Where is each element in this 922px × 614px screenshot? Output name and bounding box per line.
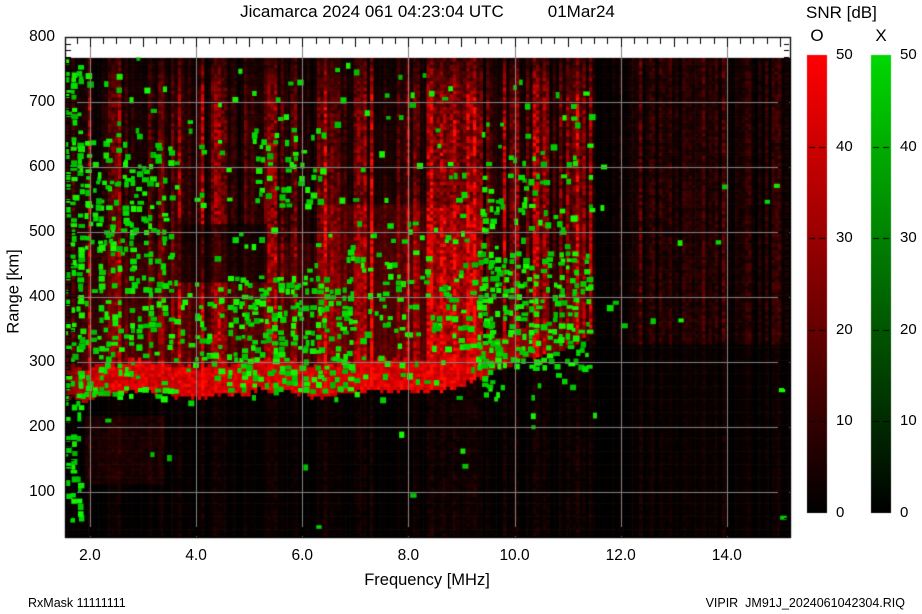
y-tick-label: 800	[29, 28, 55, 45]
y-tick-label: 500	[29, 223, 55, 241]
plot-title-station-time: Jicamarca 2024 061 04:23:04 UTC	[240, 2, 504, 21]
colorbar-o-tick-label: 40	[836, 137, 853, 155]
y-tick-label: 300	[29, 353, 55, 371]
y-tick-label: 200	[29, 418, 55, 436]
footer-filename: VIPIR JM91J_2024061042304.RIQ	[705, 596, 905, 610]
colorbar-x-tick-label: 40	[900, 137, 917, 155]
colorbar-o-tick-label: 10	[836, 412, 853, 430]
y-tick-label: 100	[29, 483, 55, 501]
y-tick-label: 700	[29, 93, 55, 111]
x-tick-label: 14.0	[711, 547, 742, 564]
colorbar-x-tick-label: 50	[900, 46, 917, 63]
colorbar-o-tick-label: 20	[836, 320, 853, 338]
ionogram-canvas	[0, 0, 922, 614]
footer-rxmask: RxMask 11111111	[28, 596, 126, 610]
x-tick-label: 12.0	[605, 547, 636, 564]
colorbar-o-tick-label: 30	[836, 229, 853, 247]
colorbar-x-tick-label: 0	[900, 504, 909, 521]
y-tick-label: 600	[29, 158, 55, 176]
x-axis-label: Frequency [MHz]	[364, 571, 490, 589]
colorbar-o-tick-label: 0	[836, 504, 845, 521]
x-tick-label: 8.0	[397, 547, 420, 564]
plot-title-date: 01Mar24	[547, 2, 615, 21]
colorbar-x-tick-label: 10	[900, 412, 917, 430]
colorbar-title: SNR [dB]	[806, 3, 877, 22]
colorbar-o-tick-label: 50	[836, 46, 853, 63]
y-tick-label: 400	[29, 288, 55, 306]
plot-title: Jicamarca 2024 061 04:23:04 UTC 01Mar24	[65, 2, 790, 22]
colorbar-x-mode-label: X	[875, 26, 887, 45]
colorbar-o-mode-label: O	[810, 26, 824, 45]
colorbar-x-tick-label: 30	[900, 229, 917, 247]
x-tick-label: 2.0	[79, 547, 101, 564]
x-tick-label: 10.0	[499, 547, 530, 564]
x-tick-label: 6.0	[291, 547, 314, 564]
ionogram-figure: Jicamarca 2024 061 04:23:04 UTC 01Mar24 …	[0, 0, 922, 614]
x-tick-label: 4.0	[185, 547, 207, 564]
colorbar-x-tick-label: 20	[900, 320, 917, 338]
